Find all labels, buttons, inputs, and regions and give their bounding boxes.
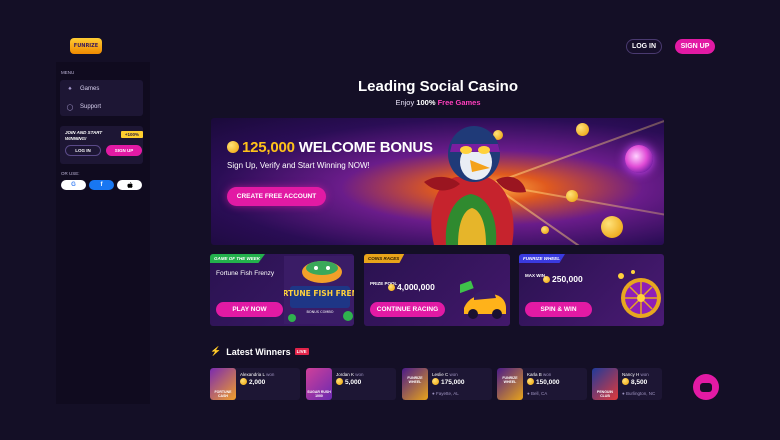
apple-login-button[interactable] (117, 180, 142, 190)
winner-name: Alexandria L won (240, 372, 275, 377)
fortune-fish-frenzy-artwork: FORTUNE FISH FRENZY BONUS COMBO (284, 256, 354, 324)
join-badge: +100% (121, 131, 143, 138)
sidebar-item-support[interactable]: ◯ Support (66, 100, 101, 114)
winner-card[interactable]: FUNRIZE WHEEL Leslie C won 175,000 ● Fay… (402, 368, 492, 400)
race-car-artwork (460, 280, 506, 319)
spin-and-win-button[interactable]: SPIN & WIN (525, 302, 592, 317)
coin-icon (227, 141, 239, 153)
create-account-button[interactable]: CREATE FREE ACCOUNT (227, 187, 326, 206)
prize-pool-value: 4,000,000 (388, 282, 435, 292)
game-of-week-card[interactable]: GAME OF THE WEEK Fortune Fish Frenzy FOR… (210, 254, 354, 326)
join-text: JOIN AND START WINNING! (65, 130, 103, 141)
winner-name: Leslie C won (432, 372, 458, 377)
winner-name: Jordan K won (336, 372, 364, 377)
coin-icon (388, 284, 395, 291)
winner-name: Karla B won (527, 372, 552, 377)
winner-card[interactable]: FUNRIZE WHEEL Karla B won 150,000 ● Bell… (497, 368, 587, 400)
page-title: Leading Social Casino (357, 78, 519, 95)
live-badge: LIVE (294, 348, 309, 355)
coin-decoration (566, 190, 578, 202)
winner-amount: 175,000 (432, 378, 465, 386)
coin-decoration (601, 216, 623, 238)
game-thumbnail: FUNRIZE WHEEL (402, 368, 428, 400)
funrize-wheel-card[interactable]: FUNRIZE WHEEL MAX WIN 250,000 SPIN & WIN (519, 254, 664, 326)
coins-races-card[interactable]: COINS RACES PRIZE POOL 4,000,000 CONTINU… (364, 254, 510, 326)
coin-icon (336, 378, 343, 385)
continue-racing-button[interactable]: CONTINUE RACING (370, 302, 445, 317)
coin-icon (622, 378, 629, 385)
play-now-button[interactable]: PLAY NOW (216, 302, 283, 317)
top-bar: FUNRIZE LOG IN SIGN UP (0, 0, 780, 62)
menu-list: ♠ Games ◯ Support (60, 80, 143, 116)
location-pin-icon: ● (622, 391, 625, 396)
games-icon: ♠ (68, 86, 72, 92)
svg-text:BONUS COMBO: BONUS COMBO (307, 310, 334, 314)
card-tag: COINS RACES (364, 254, 405, 263)
location-pin-icon: ● (432, 391, 435, 396)
coin-decoration (576, 123, 589, 136)
lightning-icon: ⚡ (210, 346, 222, 356)
google-icon: G (71, 182, 76, 188)
winner-location: ● Fayette, AL (432, 391, 459, 396)
max-win-label: MAX WIN (525, 273, 545, 278)
login-button[interactable]: LOG IN (626, 39, 662, 54)
winner-amount: 2,000 (240, 378, 265, 386)
winner-amount: 150,000 (527, 378, 560, 386)
sidebar-item-label: Support (80, 104, 102, 110)
facebook-login-button[interactable]: f (89, 180, 114, 190)
facebook-icon: f (100, 182, 103, 188)
card-tag: FUNRIZE WHEEL (519, 254, 565, 263)
svg-text:FORTUNE FISH FRENZY: FORTUNE FISH FRENZY (284, 289, 354, 298)
winner-card[interactable]: SUGAR RUSH 1000 Jordan K won 5,000 (306, 368, 396, 400)
game-thumbnail: SUGAR RUSH 1000 (306, 368, 332, 400)
winner-name: Nancy H won (622, 372, 649, 377)
chat-support-button[interactable] (693, 374, 719, 400)
winner-amount: 5,000 (336, 378, 361, 386)
sidebar: MENU ♠ Games ◯ Support JOIN AND START WI… (56, 62, 150, 404)
apple-icon (126, 181, 133, 188)
sidebar-item-label: Games (80, 86, 100, 92)
winner-location: ● Burlington, NC (622, 391, 656, 396)
prize-wheel-artwork (618, 270, 661, 318)
location-pin-icon: ● (527, 391, 530, 396)
join-promo: JOIN AND START WINNING! +100% LOG IN SIG… (60, 126, 143, 164)
sidebar-signup-button[interactable]: SIGN UP (106, 145, 142, 156)
page-subtitle: Enjoy 100% Free Games (395, 98, 481, 107)
menu-label: MENU (61, 70, 75, 75)
signup-button[interactable]: SIGN UP (675, 39, 715, 54)
game-thumbnail: PENGUIN CLUB (592, 368, 618, 400)
winner-card[interactable]: PENGUIN CLUB Nancy H won 8,500 ● Burling… (592, 368, 662, 400)
or-use-label: OR USE: (61, 171, 80, 176)
game-thumbnail: FUNRIZE WHEEL (497, 368, 523, 400)
support-icon: ◯ (66, 104, 74, 111)
max-win-value: 250,000 (543, 274, 583, 284)
coin-icon (432, 378, 439, 385)
winner-amount: 8,500 (622, 378, 647, 386)
sidebar-login-button[interactable]: LOG IN (65, 145, 101, 156)
welcome-bonus-banner[interactable]: 125,000 WELCOME BONUS Sign Up, Verify an… (211, 118, 664, 245)
chat-icon (700, 382, 712, 392)
card-title: Fortune Fish Frenzy (216, 270, 275, 277)
coin-icon (527, 378, 534, 385)
latest-winners-heading: ⚡ Latest Winners LIVE (210, 346, 309, 357)
funrize-logo[interactable]: FUNRIZE (70, 38, 102, 54)
winner-location: ● Bell, CA (527, 391, 548, 396)
game-thumbnail: FORTUNE CASH (210, 368, 236, 400)
bonus-subtitle: Sign Up, Verify and Start Winning NOW! (227, 161, 370, 170)
card-tag: GAME OF THE WEEK (210, 254, 265, 263)
crystal-orb (625, 145, 653, 173)
bonus-headline: 125,000 WELCOME BONUS (227, 139, 433, 156)
sidebar-item-games[interactable]: ♠ Games (66, 82, 99, 96)
google-login-button[interactable]: G (61, 180, 86, 190)
coin-decoration (541, 226, 549, 234)
winner-card[interactable]: FORTUNE CASH Alexandria L won 2,000 (210, 368, 300, 400)
coin-icon (240, 378, 247, 385)
coin-icon (543, 276, 550, 283)
